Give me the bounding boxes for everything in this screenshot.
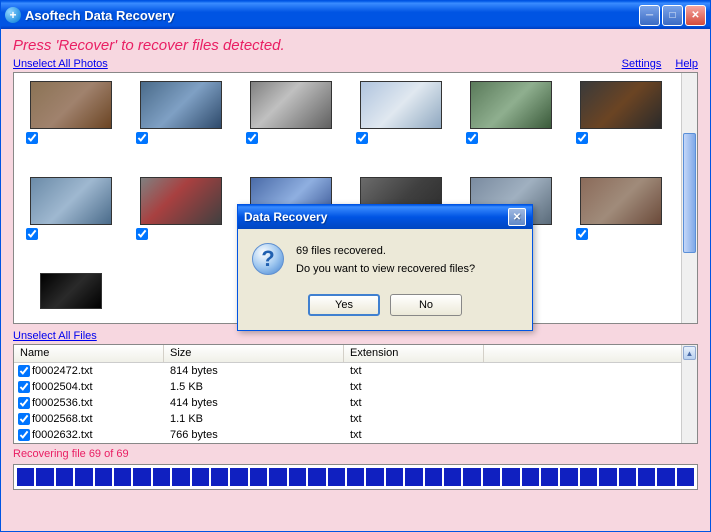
thumbnail-checkbox[interactable] [466, 132, 478, 144]
thumbnail-image [580, 81, 662, 129]
thumbnail-image [140, 81, 222, 129]
file-name: f0002632.txt [32, 429, 93, 441]
file-list-scrollbar[interactable]: ▲ [681, 345, 697, 443]
file-size: 766 bytes [164, 429, 344, 441]
app-icon [5, 7, 21, 23]
photo-thumbnail[interactable] [246, 81, 336, 149]
dialog-message: 69 files recovered. Do you want to view … [296, 243, 475, 278]
file-extension: txt [344, 413, 484, 425]
thumbnail-image [250, 81, 332, 129]
file-checkbox[interactable] [18, 397, 30, 409]
column-header-size[interactable]: Size [164, 345, 344, 362]
file-size: 1.1 KB [164, 413, 344, 425]
dialog-title: Data Recovery [244, 210, 508, 224]
photo-thumbnail[interactable] [136, 177, 226, 245]
titlebar: Asoftech Data Recovery ─ □ ✕ [1, 1, 710, 29]
photo-thumbnail[interactable] [26, 81, 116, 149]
thumbnail-image [30, 81, 112, 129]
file-checkbox[interactable] [18, 381, 30, 393]
thumbnail-image [30, 177, 112, 225]
file-name: f0002504.txt [32, 381, 93, 393]
thumbnail-image [360, 81, 442, 129]
photo-scrollbar[interactable] [681, 73, 697, 323]
scroll-up-icon[interactable]: ▲ [683, 346, 696, 360]
minimize-button[interactable]: ─ [639, 5, 660, 26]
file-row[interactable]: f0002504.txt 1.5 KB txt [14, 379, 697, 395]
unselect-all-photos-link[interactable]: Unselect All Photos [13, 58, 108, 70]
file-name: f0002472.txt [32, 365, 93, 377]
no-button[interactable]: No [390, 294, 462, 316]
dialog-titlebar: Data Recovery ✕ [238, 205, 532, 229]
thumbnail-checkbox[interactable] [576, 228, 588, 240]
photo-thumbnail[interactable] [356, 81, 446, 149]
dialog-line1: 69 files recovered. [296, 243, 475, 261]
file-size: 814 bytes [164, 365, 344, 377]
file-extension: txt [344, 381, 484, 393]
photo-thumbnail[interactable] [26, 273, 116, 309]
thumbnail-checkbox[interactable] [26, 228, 38, 240]
file-extension: txt [344, 397, 484, 409]
thumbnail-checkbox[interactable] [136, 228, 148, 240]
dialog-close-button[interactable]: ✕ [508, 208, 526, 226]
thumbnail-checkbox[interactable] [356, 132, 368, 144]
photo-thumbnail[interactable] [576, 81, 666, 149]
file-extension: txt [344, 429, 484, 441]
thumbnail-checkbox[interactable] [246, 132, 258, 144]
thumbnail-checkbox[interactable] [576, 132, 588, 144]
app-window: Asoftech Data Recovery ─ □ ✕ Press 'Reco… [0, 0, 711, 532]
column-header-name[interactable]: Name [14, 345, 164, 362]
close-button[interactable]: ✕ [685, 5, 706, 26]
file-checkbox[interactable] [18, 429, 30, 441]
thumbnail-image [140, 177, 222, 225]
file-list-pane: Name Size Extension f0002472.txt 814 byt… [13, 344, 698, 444]
dialog-line2: Do you want to view recovered files? [296, 261, 475, 279]
recovery-dialog: Data Recovery ✕ ? 69 files recovered. Do… [237, 204, 533, 331]
window-title: Asoftech Data Recovery [25, 8, 639, 23]
thumbnail-checkbox[interactable] [26, 132, 38, 144]
photo-thumbnail[interactable] [136, 81, 226, 149]
photo-thumbnail[interactable] [576, 177, 666, 245]
status-text: Recovering file 69 of 69 [13, 448, 698, 460]
maximize-button[interactable]: □ [662, 5, 683, 26]
file-row[interactable]: f0002536.txt 414 bytes txt [14, 395, 697, 411]
thumbnail-image [40, 273, 102, 309]
file-checkbox[interactable] [18, 413, 30, 425]
file-checkbox[interactable] [18, 365, 30, 377]
column-header-blank[interactable] [484, 345, 697, 362]
thumbnail-image [580, 177, 662, 225]
file-row[interactable]: f0002568.txt 1.1 KB txt [14, 411, 697, 427]
photo-thumbnail[interactable] [466, 81, 556, 149]
question-icon: ? [252, 243, 284, 275]
file-row[interactable]: f0002472.txt 814 bytes txt [14, 363, 697, 379]
unselect-all-files-link[interactable]: Unselect All Files [13, 330, 97, 342]
file-row[interactable]: f0002632.txt 766 bytes txt [14, 427, 697, 443]
progress-bar [13, 464, 698, 490]
photo-thumbnail[interactable] [26, 177, 116, 245]
help-link[interactable]: Help [675, 58, 698, 70]
thumbnail-checkbox[interactable] [136, 132, 148, 144]
scrollbar-thumb[interactable] [683, 133, 696, 253]
file-name: f0002568.txt [32, 413, 93, 425]
file-name: f0002536.txt [32, 397, 93, 409]
instruction-text: Press 'Recover' to recover files detecte… [13, 37, 698, 54]
file-size: 414 bytes [164, 397, 344, 409]
settings-link[interactable]: Settings [622, 58, 662, 70]
thumbnail-image [470, 81, 552, 129]
column-header-extension[interactable]: Extension [344, 345, 484, 362]
yes-button[interactable]: Yes [308, 294, 380, 316]
file-size: 1.5 KB [164, 381, 344, 393]
file-extension: txt [344, 365, 484, 377]
file-list-header: Name Size Extension [14, 345, 697, 363]
